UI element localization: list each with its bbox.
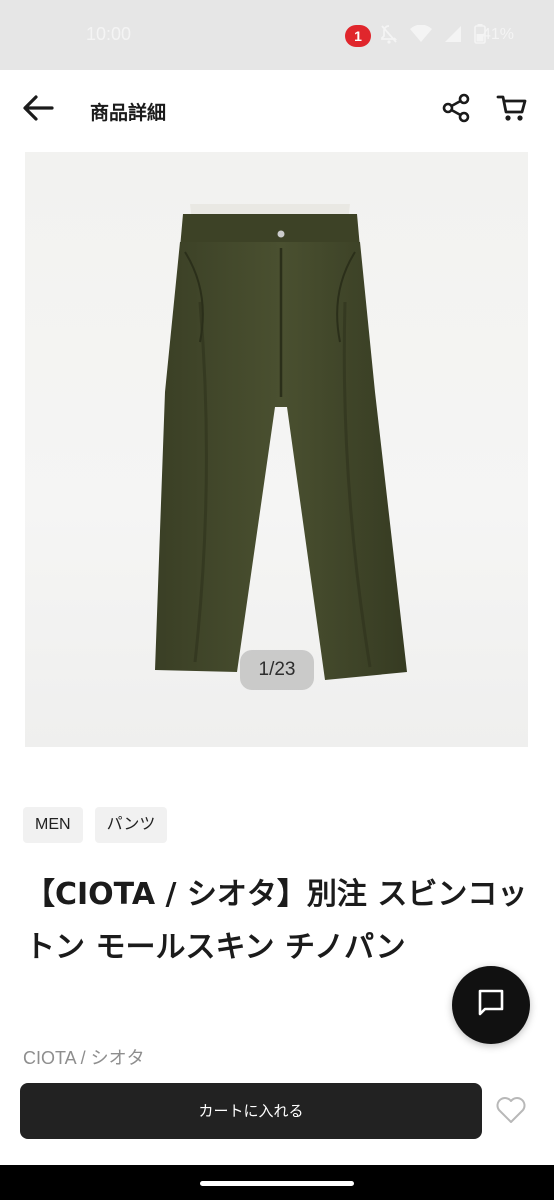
wifi-icon [410, 25, 432, 43]
app-bar: 商品詳細 [0, 70, 554, 150]
status-icons [380, 24, 486, 44]
favorite-button[interactable] [492, 1094, 530, 1130]
notifications-off-icon [380, 24, 398, 44]
category-tags: MEN パンツ [23, 807, 168, 843]
cart-button[interactable] [492, 90, 532, 130]
chat-button[interactable] [452, 966, 530, 1044]
brand-link[interactable]: CIOTA / シオタ [23, 1044, 145, 1070]
page-title: 商品詳細 [90, 102, 167, 124]
signal-icon [444, 25, 462, 43]
arrow-left-icon [22, 94, 54, 126]
system-nav-bar [0, 1165, 554, 1200]
cart-icon [496, 93, 528, 127]
tag-pants[interactable]: パンツ [94, 807, 168, 843]
product-name: 【CIOTA / シオタ】別注 スビンコットン モールスキン チノパン [25, 877, 528, 965]
status-bar: 10:00 1 41% [0, 0, 554, 70]
tag-men[interactable]: MEN [23, 807, 83, 843]
heart-icon [495, 1096, 527, 1128]
add-to-cart-button[interactable]: カートに入れる [20, 1083, 482, 1139]
share-icon [441, 93, 471, 127]
status-time: 10:00 [86, 24, 132, 44]
chat-icon [476, 988, 506, 1022]
share-button[interactable] [436, 90, 476, 130]
home-indicator[interactable] [200, 1181, 354, 1186]
battery-percent: 41% [482, 26, 515, 43]
back-button[interactable] [18, 90, 58, 130]
notification-badge: 1 [345, 25, 371, 47]
image-counter: 1/23 [240, 650, 314, 690]
